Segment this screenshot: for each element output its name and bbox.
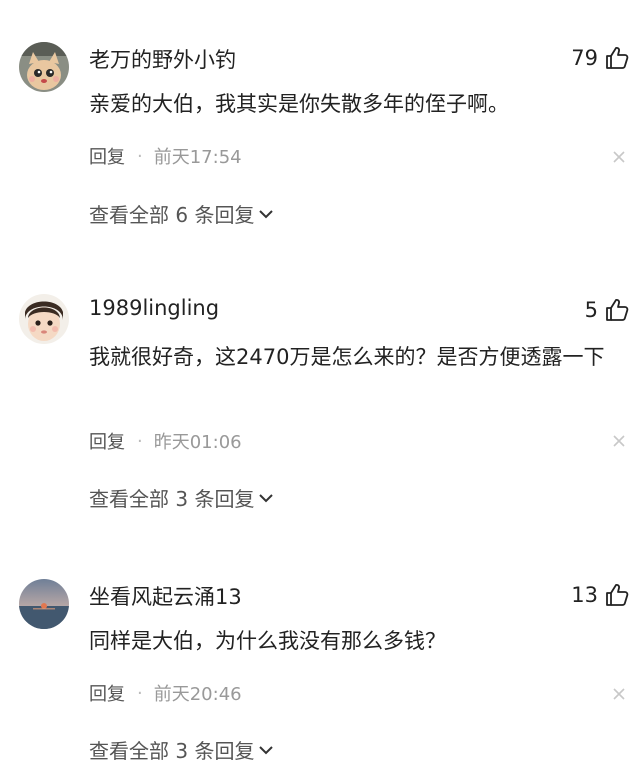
timestamp: 前天20:46 — [153, 684, 242, 705]
username[interactable]: 坐看风起云涌13 — [89, 581, 242, 611]
comment-item: 老万的野外小钓 79 亲爱的大伯，我其实是你失散多年的侄子啊。 回复 · 前天1… — [0, 42, 640, 242]
thumbs-up-icon[interactable] — [604, 297, 630, 323]
view-all-replies-label: 查看全部 3 条回复 — [89, 739, 255, 763]
comment-text: 亲爱的大伯，我其实是你失散多年的侄子啊。 — [89, 92, 509, 116]
thumbs-up-icon[interactable] — [604, 582, 630, 608]
child-photo-avatar-icon — [19, 294, 69, 344]
separator-dot: · — [137, 682, 143, 704]
reply-button[interactable]: 回复 — [89, 428, 125, 454]
comment-item: 1989lingling 5 我就很好奇，这2470万是怎么来的？是否方便透露一… — [0, 294, 640, 514]
like-control[interactable]: 13 — [571, 581, 630, 609]
thumbs-up-icon[interactable] — [604, 45, 630, 71]
comment-item: 坐看风起云涌13 13 同样是大伯，为什么我没有那么多钱？ 回复 · 前天20:… — [0, 579, 640, 763]
close-icon[interactable] — [612, 687, 626, 701]
comment-meta: 回复 · 前天17:54 — [89, 143, 242, 169]
reply-button[interactable]: 回复 — [89, 680, 125, 706]
comment-meta: 回复 · 昨天01:06 — [89, 428, 242, 454]
chevron-down-icon — [259, 745, 274, 754]
reply-button[interactable]: 回复 — [89, 143, 125, 169]
chevron-down-icon — [259, 493, 274, 502]
view-all-replies-label: 查看全部 3 条回复 — [89, 487, 255, 511]
like-count: 13 — [571, 583, 598, 607]
avatar[interactable] — [19, 42, 69, 92]
view-all-replies-button[interactable]: 查看全部 3 条回复 — [89, 483, 274, 512]
timestamp: 昨天01:06 — [153, 432, 242, 453]
view-all-replies-button[interactable]: 查看全部 6 条回复 — [89, 199, 274, 228]
close-icon[interactable] — [612, 434, 626, 448]
like-control[interactable]: 5 — [585, 296, 630, 324]
view-all-replies-label: 查看全部 6 条回复 — [89, 203, 255, 227]
chevron-down-icon — [259, 209, 274, 218]
avatar[interactable] — [19, 294, 69, 344]
like-control[interactable]: 79 — [571, 44, 630, 72]
sunset-sea-avatar-icon — [19, 579, 69, 629]
cartoon-cat-avatar-icon — [19, 42, 69, 92]
username[interactable]: 老万的野外小钓 — [89, 44, 236, 74]
username[interactable]: 1989lingling — [89, 296, 219, 320]
view-all-replies-button[interactable]: 查看全部 3 条回复 — [89, 735, 274, 764]
comment-text: 同样是大伯，为什么我没有那么多钱？ — [89, 629, 446, 653]
avatar[interactable] — [19, 579, 69, 629]
separator-dot: · — [137, 430, 143, 452]
separator-dot: · — [137, 145, 143, 167]
like-count: 5 — [584, 298, 598, 322]
comment-text: 我就很好奇，这2470万是怎么来的？是否方便透露一下 — [89, 345, 605, 369]
timestamp: 前天17:54 — [153, 147, 242, 168]
like-count: 79 — [571, 46, 598, 70]
comment-meta: 回复 · 前天20:46 — [89, 680, 242, 706]
close-icon[interactable] — [612, 150, 626, 164]
